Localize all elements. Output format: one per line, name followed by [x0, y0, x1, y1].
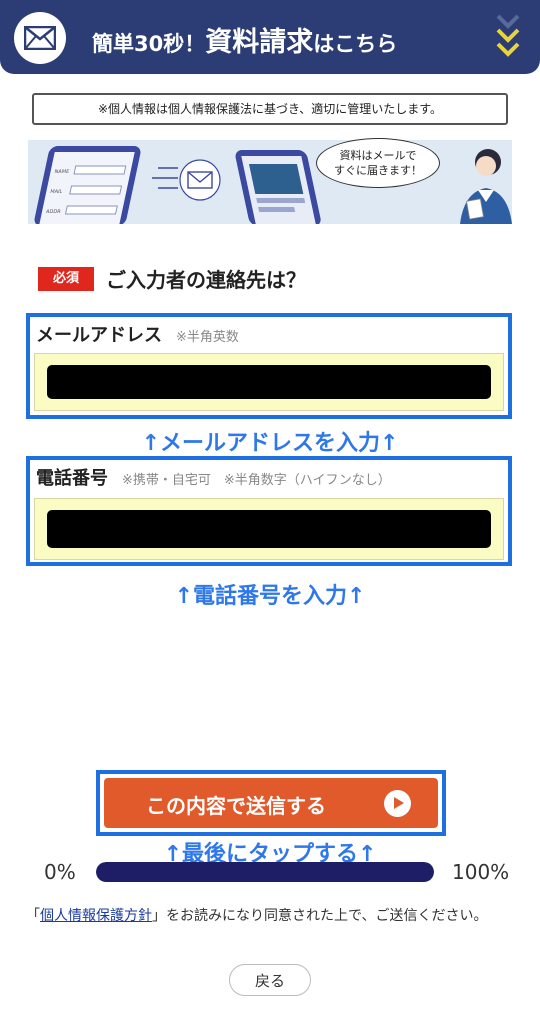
speech-bubble: 資料はメールで すぐに届きます！: [316, 138, 440, 188]
email-input-wrap: [34, 353, 504, 411]
email-input[interactable]: [47, 365, 491, 399]
banner-art: NAME MAIL ADDR: [34, 146, 512, 224]
banner-form-label: NAME: [54, 169, 70, 175]
privacy-notice: ※個人情報は個人情報保護法に基づき、適切に管理いたします。: [32, 93, 508, 125]
header-title-prefix: 簡単30秒！: [92, 32, 206, 56]
phone-field-box: 電話番号 ※携帯・自宅可 ※半角数字（ハイフンなし）: [26, 456, 512, 566]
submit-button-label: この内容で送信する: [146, 794, 326, 818]
banner-form-label: MAIL: [50, 189, 63, 195]
email-field-box: メールアドレス ※半角英数: [26, 313, 512, 419]
play-icon: [384, 790, 411, 817]
progress-fill: [96, 862, 434, 882]
phone-input-wrap: [34, 498, 504, 560]
privacy-policy-link[interactable]: 個人情報保護方針: [40, 908, 152, 924]
phone-hint: ↑電話番号を入力↑: [174, 584, 366, 609]
phone-field-note: ※携帯・自宅可 ※半角数字（ハイフンなし）: [122, 473, 391, 488]
email-field-note: ※半角英数: [176, 330, 239, 345]
phone-field-header: 電話番号 ※携帯・自宅可 ※半角数字（ハイフンなし）: [36, 464, 391, 490]
progress-bar: [96, 862, 434, 882]
banner-illustration: NAME MAIL ADDR: [28, 140, 512, 224]
required-badge: 必須: [38, 267, 94, 291]
bubble-line-1: 資料はメールで: [339, 149, 417, 162]
chevron-down-icon: [496, 14, 520, 57]
banner-form-label: ADDR: [45, 209, 61, 215]
progress-end-label: 100%: [452, 860, 510, 884]
section-question: ご入力者の連絡先は？: [106, 268, 306, 292]
submit-button[interactable]: この内容で送信する: [104, 778, 438, 828]
consent-text: 「個人情報保護方針」をお読みになり同意された上で、ご送信ください。: [26, 904, 516, 928]
header-bar: 簡単30秒！資料請求はこちら: [0, 0, 540, 74]
mail-icon: [14, 12, 66, 64]
email-hint: ↑メールアドレスを入力↑: [141, 431, 399, 456]
consent-rest: 」をお読みになり同意された上で、ご送信ください。: [152, 908, 488, 924]
email-field-label: メールアドレス: [36, 325, 162, 346]
bubble-line-2: すぐに届きます！: [334, 164, 422, 177]
progress-start-label: 0%: [44, 860, 76, 884]
email-field-header: メールアドレス ※半角英数: [36, 321, 239, 347]
phone-field-label: 電話番号: [36, 468, 108, 489]
header-title-suffix: はこちら: [313, 32, 398, 56]
consent-open-bracket: 「: [26, 908, 40, 924]
back-button[interactable]: 戻る: [229, 964, 311, 996]
phone-input[interactable]: [47, 510, 491, 548]
header-title-main: 資料請求: [205, 27, 314, 58]
header: 簡単30秒！資料請求はこちら: [0, 0, 540, 78]
header-title: 簡単30秒！資料請求はこちら: [92, 20, 397, 59]
